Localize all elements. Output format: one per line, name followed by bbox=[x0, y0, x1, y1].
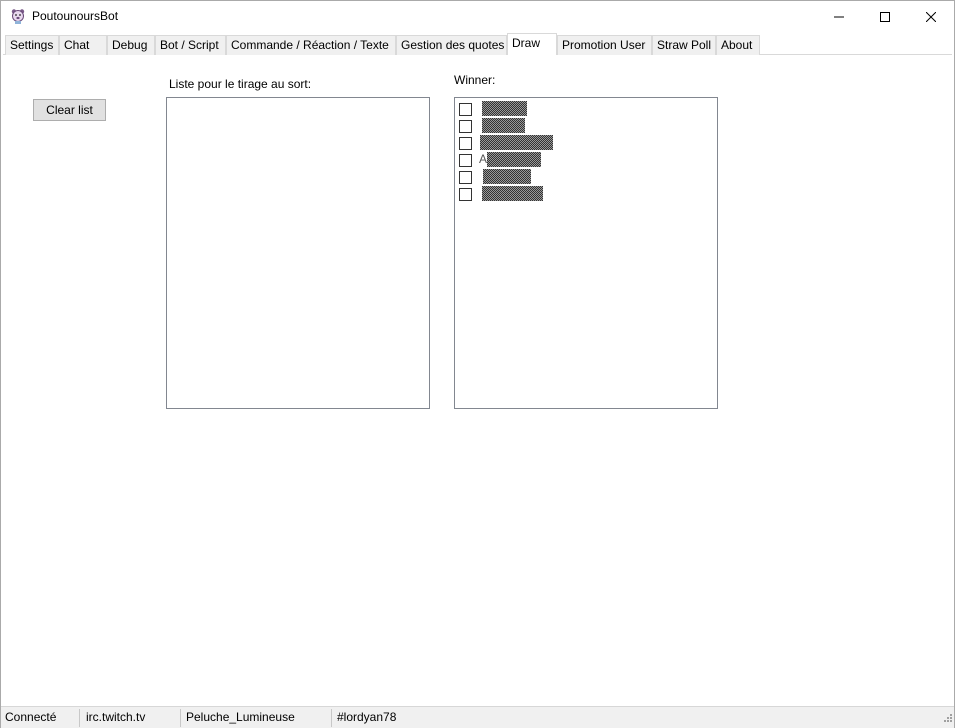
winner-checkbox[interactable] bbox=[459, 154, 472, 167]
draw-list-label: Liste pour le tirage au sort: bbox=[169, 77, 312, 91]
status-divider bbox=[331, 709, 332, 727]
status-divider bbox=[180, 709, 181, 727]
list-item[interactable] bbox=[459, 100, 709, 117]
winner-checkbox[interactable] bbox=[459, 103, 472, 116]
tab-debug[interactable]: Debug bbox=[107, 35, 155, 55]
redacted-username bbox=[483, 169, 531, 184]
close-button[interactable] bbox=[908, 1, 954, 32]
list-item[interactable]: A bbox=[459, 151, 709, 168]
status-divider bbox=[79, 709, 80, 727]
draw-entries-listbox[interactable] bbox=[166, 97, 430, 409]
list-item[interactable] bbox=[459, 168, 709, 185]
tab-strip: Settings Chat Debug Bot / Script Command… bbox=[3, 33, 954, 55]
redacted-username bbox=[480, 135, 553, 150]
redacted-username bbox=[482, 118, 525, 133]
status-user: Peluche_Lumineuse bbox=[186, 710, 295, 724]
winner-checkbox[interactable] bbox=[459, 188, 472, 201]
winner-checkbox[interactable] bbox=[459, 137, 472, 150]
list-item[interactable] bbox=[459, 185, 709, 202]
winner-checklist[interactable]: A bbox=[454, 97, 718, 409]
status-connection: Connecté bbox=[5, 710, 57, 724]
winner-checkbox[interactable] bbox=[459, 171, 472, 184]
resize-grip-icon[interactable] bbox=[942, 712, 952, 722]
tab-settings[interactable]: Settings bbox=[5, 35, 59, 55]
tab-bot-script[interactable]: Bot / Script bbox=[155, 35, 226, 55]
tab-gestion-des-quotes[interactable]: Gestion des quotes bbox=[396, 35, 507, 55]
redacted-username bbox=[482, 101, 527, 116]
winner-checkbox[interactable] bbox=[459, 120, 472, 133]
app-window: PoutounoursBot Settings Chat Debug Bot /… bbox=[0, 0, 955, 728]
tab-about[interactable]: About bbox=[716, 35, 760, 55]
clear-list-button[interactable]: Clear list bbox=[33, 99, 106, 121]
window-title: PoutounoursBot bbox=[32, 9, 119, 23]
title-bar: PoutounoursBot bbox=[1, 1, 954, 32]
tab-commande-reaction-texte[interactable]: Commande / Réaction / Texte bbox=[226, 35, 396, 55]
username-fragment: A bbox=[479, 152, 488, 166]
list-item[interactable] bbox=[459, 117, 709, 134]
redacted-username bbox=[482, 186, 543, 201]
status-channel: #lordyan78 bbox=[337, 710, 397, 724]
maximize-button[interactable] bbox=[862, 1, 908, 32]
bear-app-icon bbox=[11, 9, 25, 24]
status-server: irc.twitch.tv bbox=[86, 710, 146, 724]
winner-label: Winner: bbox=[454, 73, 496, 87]
list-item[interactable] bbox=[459, 134, 709, 151]
status-bar: Connecté irc.twitch.tv Peluche_Lumineuse… bbox=[1, 706, 954, 728]
tab-chat[interactable]: Chat bbox=[59, 35, 107, 55]
tab-draw[interactable]: Draw bbox=[507, 33, 557, 55]
tab-straw-poll[interactable]: Straw Poll bbox=[652, 35, 716, 55]
maximize-icon bbox=[880, 11, 890, 22]
minimize-icon bbox=[834, 16, 844, 17]
close-icon bbox=[926, 11, 936, 22]
tab-promotion-user[interactable]: Promotion User bbox=[557, 35, 652, 55]
minimize-button[interactable] bbox=[816, 1, 862, 32]
redacted-username bbox=[487, 152, 541, 167]
